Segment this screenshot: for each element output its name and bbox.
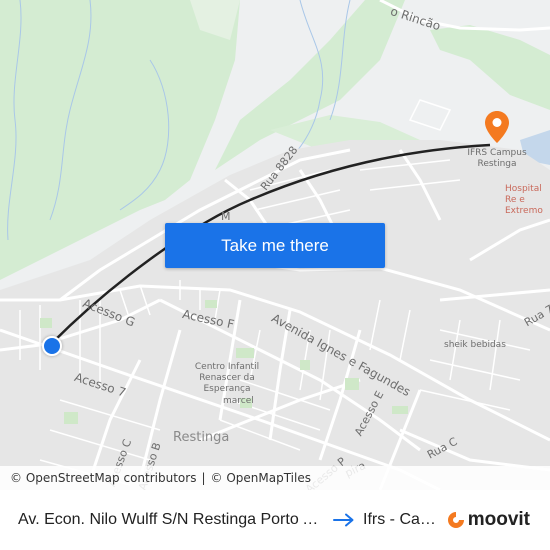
map-attribution: © OpenStreetMap contributors | © OpenMap… [0,466,550,490]
poi-label-hospital: Hospital Re e Extremo [505,184,543,216]
omt-attribution-link[interactable]: © OpenMapTiles [211,471,311,485]
attribution-separator: | [201,471,206,485]
street-label-m: M [221,210,231,223]
arrow-right-icon [333,513,359,527]
poi-label-centro-infantil: Centro Infantil Renascer da Esperança [194,362,260,394]
map-view[interactable]: o Rincão Rua 8828 M Acesso G Acesso F Av… [0,0,550,490]
poi-label-sheik: sheik bebidas [444,340,506,350]
moovit-wordmark: moovit [467,509,530,530]
poi-label-ifrs: IFRS Campus Restinga [467,148,527,169]
area-label-restinga: Restinga [173,430,230,445]
destination-text: Ifrs - Campus Restinga [363,511,443,528]
origin-text: Av. Econ. Nilo Wulff S/N Restinga Porto … [18,511,323,528]
moovit-logo-icon [447,512,464,528]
moovit-logo[interactable]: moovit [447,509,530,531]
origin-marker[interactable] [42,336,62,356]
poi-label-marcel: marcel [223,396,254,406]
take-me-there-button[interactable]: Take me there [165,223,385,268]
osm-attribution-link[interactable]: © OpenStreetMap contributors [10,471,196,485]
